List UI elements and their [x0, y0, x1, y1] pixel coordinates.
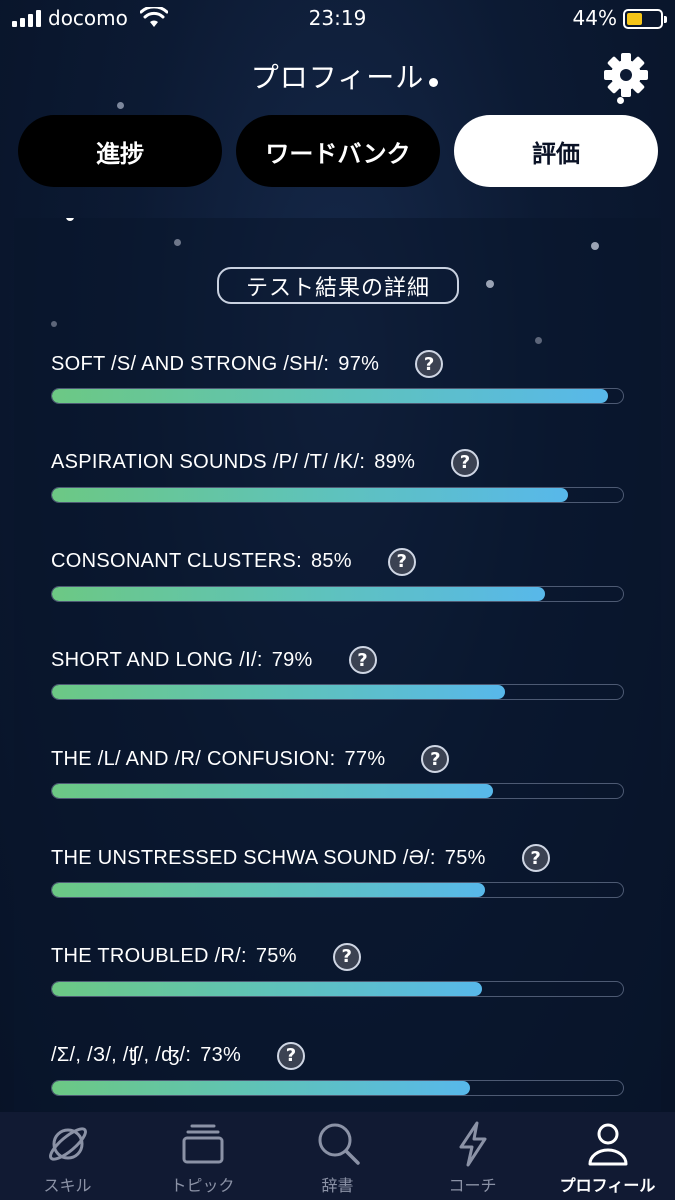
nav-label-dictionary: 辞書 — [321, 1176, 354, 1195]
results-panel: テスト結果の詳細 SOFT /S/ AND STRONG /SH/: 97%? AS… — [14, 218, 661, 1111]
nav-label-skills: スキル — [43, 1176, 92, 1195]
tab-word-bank[interactable]: ワードバンク — [236, 115, 440, 187]
star-decoration — [535, 337, 542, 344]
star-decoration — [617, 97, 624, 104]
help-icon[interactable]: ? — [521, 844, 550, 872]
progress-bar-fill — [52, 1080, 471, 1095]
star-decoration — [117, 102, 124, 109]
star-decoration — [51, 321, 57, 327]
help-icon[interactable]: ? — [451, 448, 480, 477]
nav-item-coach[interactable]: コーチ — [405, 1112, 540, 1200]
bottom-nav: スキル トピック 辞書 コーチ プロフィール — [0, 1112, 675, 1200]
battery-icon — [623, 9, 667, 29]
tab-progress[interactable]: 進捗 — [18, 115, 222, 187]
person-icon — [588, 1123, 627, 1166]
result-name: THE TROUBLED /R/: — [51, 945, 247, 968]
help-icon[interactable]: ? — [415, 350, 444, 378]
progress-bar-track — [51, 684, 624, 701]
nav-label-profile: プロフィール — [559, 1176, 656, 1195]
progress-bar-track — [51, 486, 624, 503]
progress-bar-track — [51, 1079, 624, 1096]
result-name: /Σ/, /З/, /ʧ/, /ʤ/: — [51, 1044, 192, 1067]
progress-bar-fill — [52, 586, 545, 601]
star-decoration — [486, 280, 494, 288]
tab-evaluation[interactable]: 評価 — [454, 115, 658, 187]
status-bar: docomo 23:19 44% — [0, 0, 675, 38]
progress-bar-fill — [52, 685, 505, 700]
star-decoration — [174, 239, 181, 246]
result-row: /Σ/, /З/, /ʧ/, /ʤ/: 73%? — [51, 1041, 624, 1102]
result-label: SOFT /S/ AND STRONG /SH/: 97%? — [51, 350, 444, 378]
result-label: THE /L/ AND /R/ CONFUSION: 77%? — [51, 745, 450, 774]
nav-item-topics[interactable]: トピック — [135, 1112, 270, 1200]
star-decoration — [429, 78, 438, 87]
result-name: CONSONANT CLUSTERS: — [51, 550, 302, 573]
result-name: ASPIRATION SOUNDS /P/ /T/ /K/: — [51, 451, 366, 474]
nav-item-skills[interactable]: スキル — [0, 1112, 135, 1200]
progress-bar-track — [51, 980, 624, 997]
nav-label-topics: トピック — [170, 1176, 235, 1195]
progress-bar-track — [51, 783, 624, 800]
help-icon[interactable]: ? — [348, 646, 377, 675]
result-row: THE /L/ AND /R/ CONFUSION: 77%? — [51, 745, 624, 805]
result-row: THE TROUBLED /R/: 75%? — [51, 942, 624, 1003]
nav-item-dictionary[interactable]: 辞書 — [270, 1112, 405, 1200]
result-name: SHORT AND LONG /I/: — [51, 648, 263, 671]
help-icon[interactable]: ? — [332, 942, 361, 971]
battery-percent: 44% — [572, 6, 617, 30]
result-name: THE UNSTRESSED SCHWA SOUND /Ə/: — [51, 846, 436, 869]
result-row: CONSONANT CLUSTERS: 85%? — [51, 547, 624, 608]
nav-label-coach: コーチ — [448, 1176, 497, 1195]
progress-bar-fill — [52, 487, 568, 502]
result-score: 85% — [310, 550, 352, 573]
progress-bar-fill — [52, 883, 485, 897]
progress-bar-fill — [52, 981, 482, 996]
result-name: SOFT /S/ AND STRONG /SH/: — [51, 352, 330, 375]
result-score: 73% — [200, 1044, 242, 1067]
help-icon[interactable]: ? — [387, 547, 416, 576]
section-title: テスト結果の詳細 — [217, 267, 459, 304]
result-score: 79% — [271, 648, 313, 671]
result-score: 89% — [374, 451, 416, 474]
tab-bar: 進捗 ワードバンク 評価 — [18, 115, 658, 187]
result-label: ASPIRATION SOUNDS /P/ /T/ /K/: 89%? — [51, 448, 480, 477]
planet-icon — [48, 1127, 87, 1161]
gear-icon[interactable] — [603, 52, 649, 98]
lightning-icon — [459, 1121, 486, 1167]
result-score: 97% — [338, 352, 380, 375]
result-row: SOFT /S/ AND STRONG /SH/: 97%? — [51, 350, 624, 410]
progress-bar-fill — [52, 389, 608, 403]
nav-item-profile[interactable]: プロフィール — [540, 1112, 675, 1200]
result-label: THE UNSTRESSED SCHWA SOUND /Ə/: 75%? — [51, 844, 550, 872]
result-label: /Σ/, /З/, /ʧ/, /ʤ/: 73%? — [51, 1041, 306, 1070]
result-label: SHORT AND LONG /I/: 79%? — [51, 646, 377, 675]
result-row: ASPIRATION SOUNDS /P/ /T/ /K/: 89%? — [51, 448, 624, 509]
progress-bar-track — [51, 388, 624, 404]
result-label: THE TROUBLED /R/: 75%? — [51, 942, 361, 971]
search-icon — [318, 1123, 360, 1165]
result-score: 77% — [344, 747, 386, 770]
stack-icon — [182, 1124, 223, 1164]
progress-bar-track — [51, 882, 624, 898]
star-decoration — [591, 242, 599, 250]
progress-bar-track — [51, 585, 624, 602]
result-name: THE /L/ AND /R/ CONFUSION: — [51, 747, 336, 770]
result-row: THE UNSTRESSED SCHWA SOUND /Ə/: 75%? — [51, 844, 624, 904]
result-score: 75% — [255, 945, 297, 968]
help-icon[interactable]: ? — [421, 745, 450, 774]
result-score: 75% — [444, 846, 486, 869]
help-icon[interactable]: ? — [277, 1041, 306, 1070]
progress-bar-fill — [52, 784, 494, 799]
star-decoration — [66, 218, 74, 221]
page-title: プロフィール — [250, 61, 425, 94]
result-row: SHORT AND LONG /I/: 79%? — [51, 646, 624, 706]
result-label: CONSONANT CLUSTERS: 85%? — [51, 547, 416, 576]
